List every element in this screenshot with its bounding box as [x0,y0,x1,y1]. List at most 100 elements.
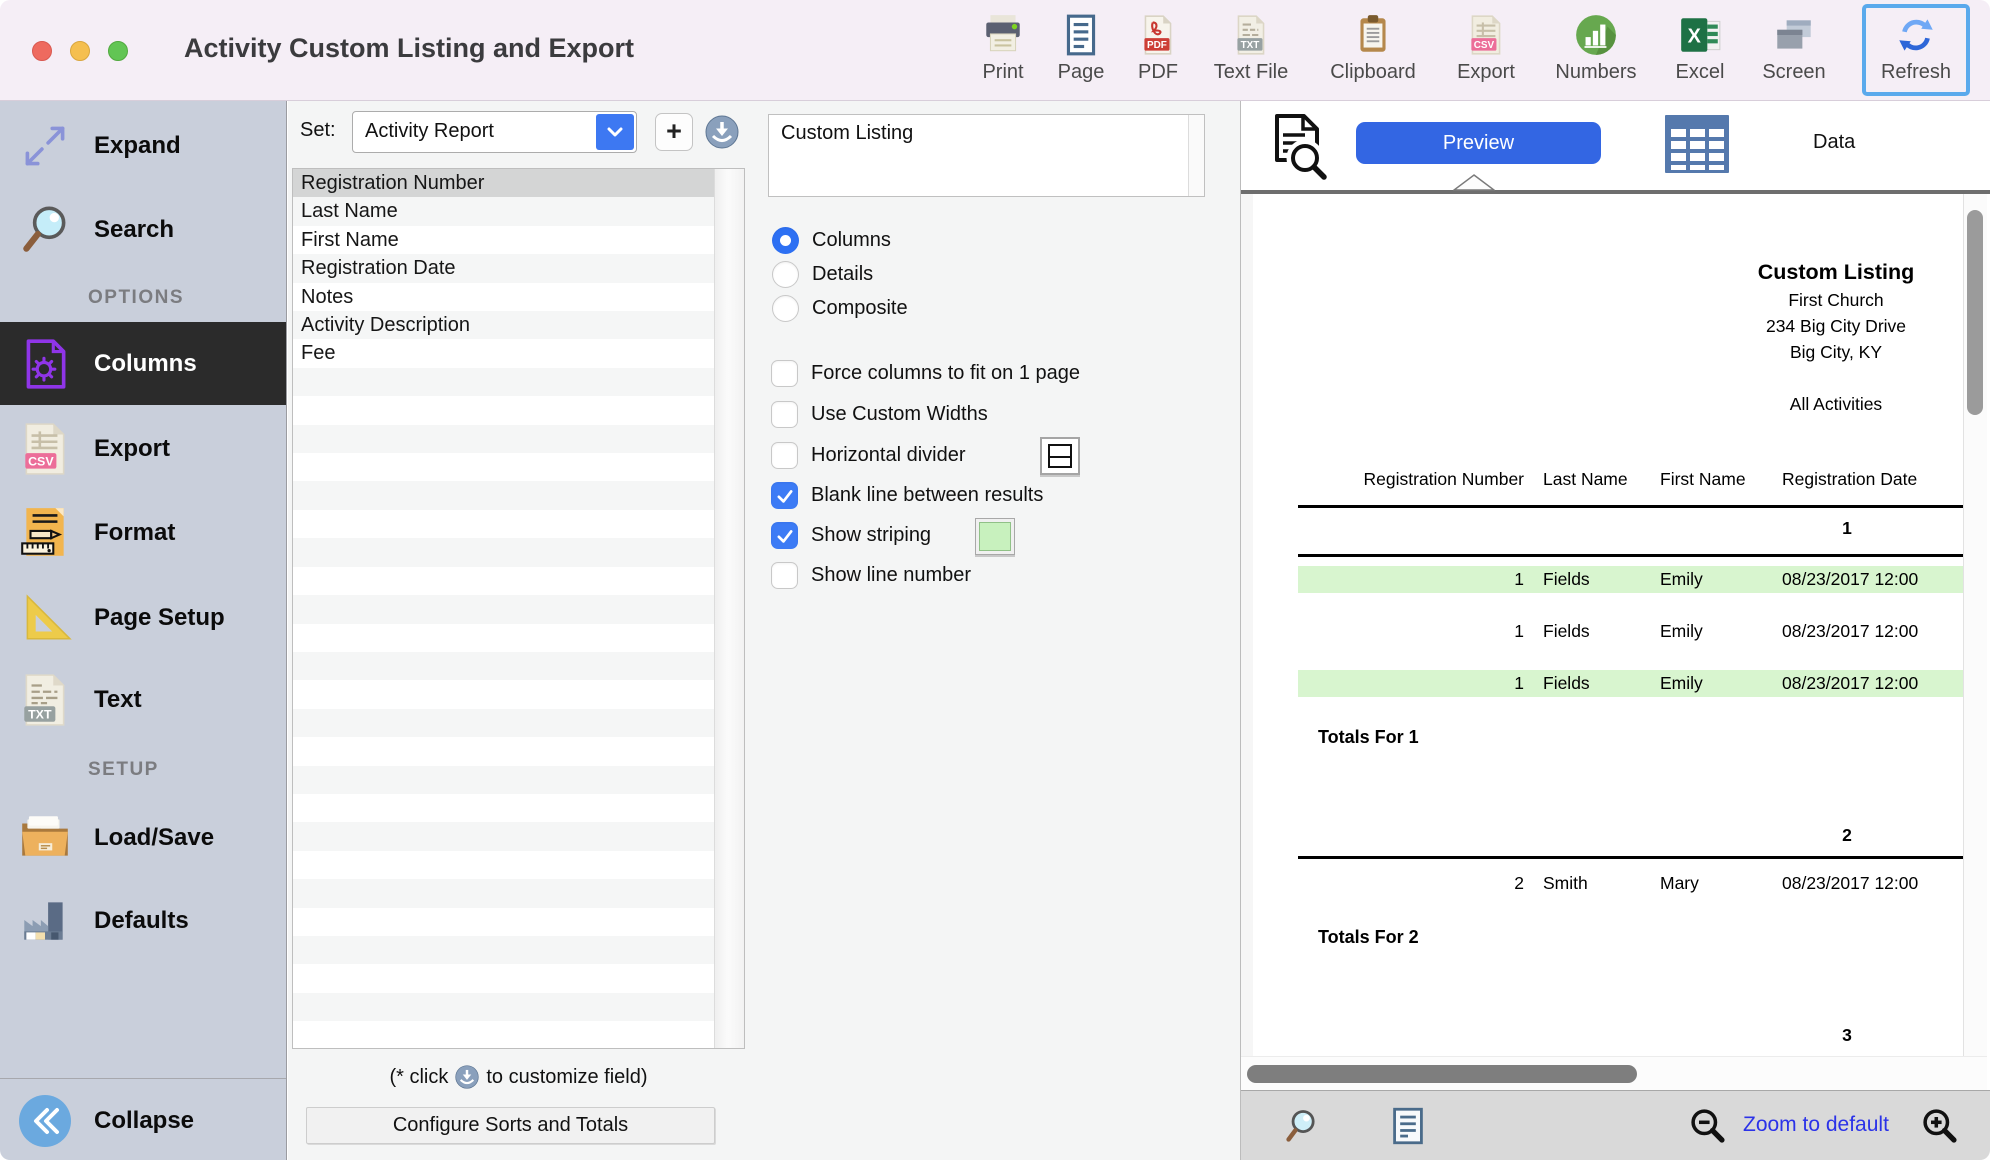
preview-horizontal-scrollbar [1241,1056,1987,1090]
vertical-scrollbar-thumb[interactable] [1967,210,1983,415]
sidebar-item-expand[interactable]: Expand [0,106,286,186]
radio-button[interactable] [772,227,799,254]
radio-details[interactable]: Details [772,261,873,288]
checkbox-force-fit[interactable]: Force columns to fit on 1 page [771,360,1080,387]
field-row-empty[interactable] [293,624,714,652]
radio-button[interactable] [772,261,799,288]
preview-bottom-bar: Zoom to default [1241,1090,1990,1160]
checkbox[interactable] [771,442,798,469]
horizontal-divider-icon [1048,444,1072,468]
field-row-empty[interactable] [293,538,714,566]
sidebar-item-columns[interactable]: Columns [0,322,286,405]
customize-field-button[interactable] [705,115,739,149]
sidebar-item-defaults[interactable]: Defaults [0,881,286,961]
tab-data[interactable]: Data [1813,131,1855,154]
sidebar-item-format[interactable]: Format [0,493,286,573]
sidebar-item-search[interactable]: Search [0,190,286,270]
field-row-empty[interactable] [293,851,714,879]
radio-button[interactable] [772,295,799,322]
field-row-empty[interactable] [293,908,714,936]
horizontal-divider-style-button[interactable] [1040,437,1080,475]
radio-columns[interactable]: Columns [772,227,891,254]
field-row-empty[interactable] [293,510,714,538]
field-row-empty[interactable] [293,936,714,964]
checkbox-horizontal-divider[interactable]: Horizontal divider [771,442,966,469]
checkbox[interactable] [771,482,798,509]
field-row[interactable]: Last Name [293,197,714,225]
zoom-out-icon[interactable] [1689,1107,1729,1152]
checkbox-show-striping[interactable]: Show striping [771,522,931,549]
field-row-empty[interactable] [293,595,714,623]
field-list: Registration Number Last Name First Name… [292,168,745,1049]
checkbox[interactable] [771,562,798,589]
field-row-empty[interactable] [293,1021,714,1048]
field-row-empty[interactable] [293,652,714,680]
configure-sorts-totals-button[interactable]: Configure Sorts and Totals [306,1107,715,1144]
sidebar-item-load-save[interactable]: Load/Save [0,798,286,878]
field-row-empty[interactable] [293,567,714,595]
listing-title-scrollbar[interactable] [1188,115,1204,196]
svg-text:TXT: TXT [1241,40,1260,51]
field-row[interactable]: Registration Number [293,169,714,197]
listing-title-input[interactable]: Custom Listing [768,114,1205,197]
field-row-empty[interactable] [293,737,714,765]
customize-hint: (* click to customize field) [292,1062,745,1092]
field-row[interactable]: Notes [293,283,714,311]
striping-color-swatch [979,522,1011,551]
checkbox-custom-widths[interactable]: Use Custom Widths [771,401,988,428]
tab-preview[interactable]: Preview [1356,122,1601,164]
field-row-empty[interactable] [293,794,714,822]
sidebar-item-page-setup[interactable]: Page Setup [0,578,286,658]
close-window-button[interactable] [32,41,52,61]
field-row-empty[interactable] [293,481,714,509]
sidebar-item-collapse[interactable]: Collapse [0,1081,286,1160]
toolbar-screen-button[interactable]: Screen [1736,10,1852,84]
data-grid-icon[interactable] [1665,115,1731,180]
field-row-empty[interactable] [293,822,714,850]
field-row-empty[interactable] [293,368,714,396]
sidebar-item-export[interactable]: CSV Export [0,409,286,489]
striping-color-button[interactable] [975,518,1015,555]
field-row[interactable]: Activity Description [293,311,714,339]
toolbar-export-button[interactable]: CSV Export [1428,10,1544,84]
field-row-empty[interactable] [293,425,714,453]
checkbox-show-line-number[interactable]: Show line number [771,562,971,589]
field-row[interactable]: Fee [293,339,714,367]
field-row[interactable]: Registration Date [293,254,714,282]
checkbox[interactable] [771,401,798,428]
page-left-margin [1241,194,1253,1056]
radio-composite[interactable]: Composite [772,295,908,322]
toolbar-text-file-button[interactable]: TXT Text File [1193,10,1309,84]
document-icon[interactable] [1389,1107,1427,1150]
field-row-empty[interactable] [293,709,714,737]
set-label: Set: [300,119,336,142]
field-row-empty[interactable] [293,879,714,907]
toolbar-clipboard-button[interactable]: Clipboard [1315,10,1431,84]
field-row-empty[interactable] [293,766,714,794]
zoom-in-icon[interactable] [1921,1107,1961,1152]
checkbox-blank-line[interactable]: Blank line between results [771,482,1043,509]
minimize-window-button[interactable] [70,41,90,61]
field-row-empty[interactable] [293,396,714,424]
toolbar-numbers-button[interactable]: Numbers [1538,10,1654,84]
sidebar-item-text[interactable]: TXT Text [0,660,286,740]
field-row[interactable]: First Name [293,226,714,254]
add-set-button[interactable]: + [655,113,693,151]
zoom-window-button[interactable] [108,41,128,61]
zoom-to-default-link[interactable]: Zoom to default [1743,1113,1889,1137]
checkbox[interactable] [771,360,798,387]
set-dropdown[interactable]: Activity Report [352,111,637,153]
field-row-empty[interactable] [293,993,714,1021]
checkbox[interactable] [771,522,798,549]
horizontal-scrollbar-thumb[interactable] [1247,1065,1637,1083]
report-row: 1 Fields Emily 08/23/2017 12:00 [1298,670,1963,697]
field-row-empty[interactable] [293,964,714,992]
magnifier-icon[interactable] [1283,1107,1321,1150]
toolbar-refresh-button[interactable]: Refresh [1858,10,1974,84]
text-file-icon: TXT [1193,10,1309,60]
svg-text:X: X [1688,25,1702,47]
field-row-empty[interactable] [293,453,714,481]
field-row-empty[interactable] [293,680,714,708]
field-list-scrollbar[interactable] [714,169,744,1048]
dropdown-chevron-button[interactable] [596,114,634,150]
